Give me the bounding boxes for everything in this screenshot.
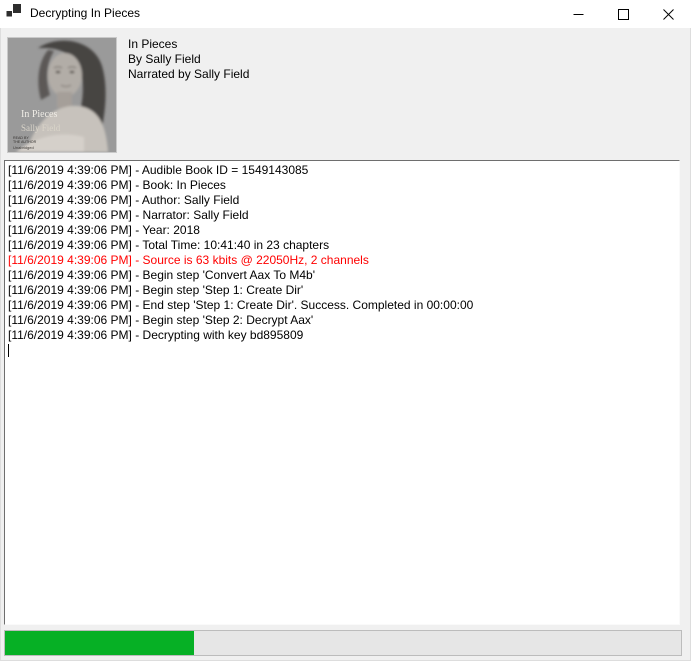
titlebar[interactable]: Decrypting In Pieces — [0, 0, 691, 28]
log-line: [11/6/2019 4:39:06 PM] - Begin step 'Ste… — [8, 283, 677, 298]
book-author: By Sally Field — [128, 52, 249, 67]
close-button[interactable] — [646, 0, 691, 28]
text-caret — [8, 344, 9, 357]
book-narrator: Narrated by Sally Field — [128, 67, 249, 82]
log-line: [11/6/2019 4:39:06 PM] - Total Time: 10:… — [8, 238, 677, 253]
log-line-error: [11/6/2019 4:39:06 PM] - Source is 63 kb… — [8, 253, 677, 268]
log-line: [11/6/2019 4:39:06 PM] - Author: Sally F… — [8, 193, 677, 208]
log-line: [11/6/2019 4:39:06 PM] - End step 'Step … — [8, 298, 677, 313]
book-title: In Pieces — [128, 37, 249, 52]
minimize-icon — [573, 9, 584, 20]
minimize-button[interactable] — [556, 0, 601, 28]
maximize-button[interactable] — [601, 0, 646, 28]
book-cover-image: In Pieces Sally Field READ BY THE AUTHOR… — [8, 38, 116, 152]
progress-bar — [4, 630, 682, 656]
log-line: [11/6/2019 4:39:06 PM] - Begin step 'Con… — [8, 268, 677, 283]
log-line: [11/6/2019 4:39:06 PM] - Begin step 'Ste… — [8, 313, 677, 328]
log-output[interactable]: [11/6/2019 4:39:06 PM] - Audible Book ID… — [4, 160, 680, 625]
book-info: In Pieces By Sally Field Narrated by Sal… — [128, 37, 249, 82]
cover-readby-line2: THE AUTHOR — [13, 140, 37, 144]
log-line: [11/6/2019 4:39:06 PM] - Year: 2018 — [8, 223, 677, 238]
close-icon — [663, 9, 674, 20]
window-title: Decrypting In Pieces — [30, 0, 140, 28]
log-line: [11/6/2019 4:39:06 PM] - Book: In Pieces — [8, 178, 677, 193]
log-line: [11/6/2019 4:39:06 PM] - Narrator: Sally… — [8, 208, 677, 223]
app-icon — [6, 4, 22, 18]
cover-author-text: Sally Field — [21, 123, 61, 133]
log-line: [11/6/2019 4:39:06 PM] - Audible Book ID… — [8, 163, 677, 178]
caption-buttons — [556, 0, 691, 28]
app-window: Decrypting In Pieces — [0, 0, 691, 661]
log-line: [11/6/2019 4:39:06 PM] - Decrypting with… — [8, 328, 677, 343]
cover-title-text: In Pieces — [21, 109, 57, 120]
cover-edition-text: Unabridged — [13, 145, 34, 150]
maximize-icon — [618, 9, 629, 20]
progress-fill — [5, 631, 194, 655]
